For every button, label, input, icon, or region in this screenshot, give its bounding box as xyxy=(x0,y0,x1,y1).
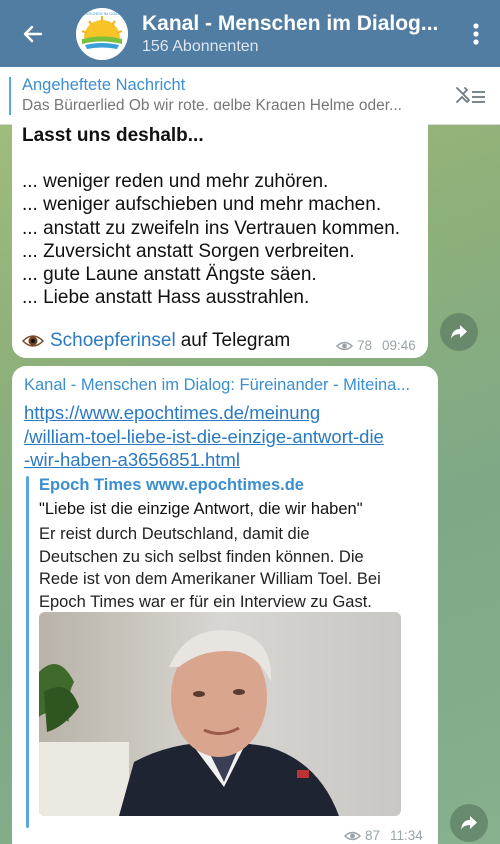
message-line: ... weniger aufschieben und mehr machen. xyxy=(22,194,382,216)
message-text: Lasst uns deshalb... ... weniger reden u… xyxy=(22,124,400,309)
schoepferinsel-link[interactable]: Schoepferinsel xyxy=(50,330,176,352)
link-preview[interactable]: Epoch Times www.epochtimes.de "Liebe ist… xyxy=(26,474,426,834)
man-portrait-image xyxy=(39,612,401,816)
message-line: ... Zuversicht anstatt Sorgen verbreiten… xyxy=(22,240,355,262)
url-line[interactable]: /william-toel-liebe-ist-die-einzige-antw… xyxy=(24,425,384,449)
channel-header: MENSCHEN IM DIALOG Kanal - Menschen im D… xyxy=(0,0,500,67)
svg-text:MENSCHEN IM DIALOG: MENSCHEN IM DIALOG xyxy=(80,11,125,16)
message-bubble[interactable]: Kanal - Menschen im Dialog: Füreinander … xyxy=(12,366,438,844)
pinned-list-button[interactable] xyxy=(440,67,500,125)
article-link[interactable]: https://www.epochtimes.de/meinung /willi… xyxy=(24,401,384,472)
channel-logo: MENSCHEN IM DIALOG xyxy=(76,7,128,60)
message-signature: Schoepferinsel auf Telegram xyxy=(22,330,290,352)
preview-site-name: Epoch Times www.epochtimes.de xyxy=(39,476,304,494)
message-line: ... gute Laune anstatt Ängste säen. xyxy=(22,264,317,286)
preview-image[interactable] xyxy=(39,612,401,816)
signature-suffix: auf Telegram xyxy=(180,330,291,351)
message-line: ... anstatt zu zweifeln ins Vertrauen ko… xyxy=(22,217,401,239)
views-eye-icon xyxy=(344,831,361,840)
message-bubble[interactable]: Lasst uns deshalb... ... weniger reden u… xyxy=(12,110,428,358)
message-meta: 87 11:34 xyxy=(344,828,423,843)
channel-title[interactable]: Kanal - Menschen im Dialog... xyxy=(142,12,442,36)
back-button[interactable] xyxy=(0,0,66,67)
more-vertical-icon xyxy=(473,22,479,45)
unpin-list-icon xyxy=(456,86,485,103)
preview-desc-line: Er reist durch Deutschland, damit die xyxy=(39,525,310,543)
share-arrow-icon xyxy=(451,325,467,339)
message-line: ... Liebe anstatt Hass ausstrahlen. xyxy=(22,287,310,309)
message-time: 11:34 xyxy=(390,828,423,843)
message-line: Lasst uns deshalb... xyxy=(22,125,204,146)
views-eye-icon xyxy=(336,341,353,350)
share-button[interactable] xyxy=(440,313,478,351)
message-time: 09:46 xyxy=(382,338,416,353)
forwarded-from[interactable]: Kanal - Menschen im Dialog: Füreinander … xyxy=(24,376,424,395)
view-count: 78 xyxy=(357,338,373,353)
pinned-title: Angeheftete Nachricht xyxy=(22,76,186,94)
url-line[interactable]: https://www.epochtimes.de/meinung xyxy=(24,401,384,425)
message-line: ... weniger reden und mehr zuhören. xyxy=(22,171,329,193)
pinned-indicator xyxy=(9,77,11,115)
preview-desc-line: Epoch Times war er für ein Interview zu … xyxy=(39,592,372,611)
arrow-left-icon xyxy=(23,25,43,42)
view-count: 87 xyxy=(365,828,381,843)
url-line[interactable]: -wir-haben-a3656851.html xyxy=(24,448,384,472)
message-line-blank xyxy=(22,147,400,170)
share-button[interactable] xyxy=(450,804,488,842)
preview-desc-line: Rede ist von dem Amerikaner William Toel… xyxy=(39,570,381,588)
message-meta: 78 09:46 xyxy=(336,338,416,353)
channel-avatar[interactable]: MENSCHEN IM DIALOG xyxy=(76,7,128,60)
preview-title: "Liebe ist die einzige Antwort, die wir … xyxy=(39,500,363,518)
subscriber-count: 156 Abonnenten xyxy=(142,37,259,55)
preview-accent-bar xyxy=(26,476,29,828)
eye-emoji-icon xyxy=(22,333,44,349)
preview-desc-line: Deutschen zu sich selbst finden können. … xyxy=(39,547,364,566)
share-arrow-icon xyxy=(461,816,477,830)
preview-description: Er reist durch Deutschland, damit die De… xyxy=(39,523,381,613)
more-menu-button[interactable] xyxy=(452,0,500,67)
